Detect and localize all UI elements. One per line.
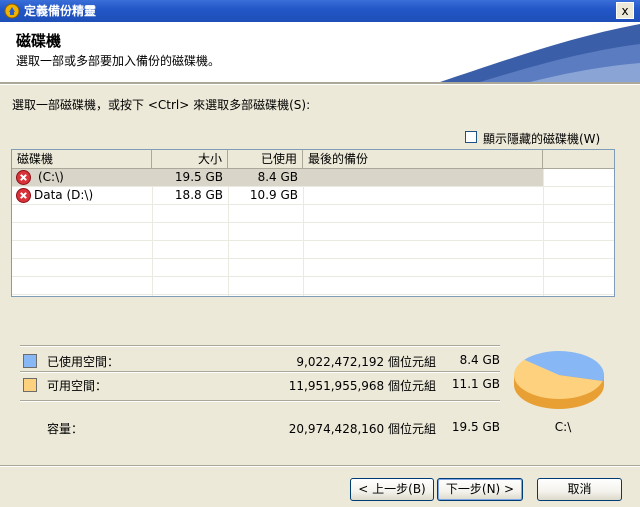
drive-used: 8.4 GB — [257, 170, 298, 184]
header-swoosh-decoration — [440, 24, 640, 82]
checkbox-box[interactable] — [465, 131, 477, 143]
used-space-label: 已使用空間： — [47, 355, 120, 369]
table-header: 磁碟機 大小 已使用 最後的備份 — [12, 150, 614, 169]
backup-wizard-window: 定義備份精靈 x 磁碟機 選取一部或多部要加入備份的磁碟機。 選取一部磁碟機，或… — [0, 0, 640, 507]
column-header-drive[interactable]: 磁碟機 — [12, 150, 152, 168]
used-space-bytes: 9,022,472,192 個位元組 — [296, 355, 436, 369]
column-header-size[interactable]: 大小 — [152, 150, 228, 168]
show-hidden-drives-label[interactable]: 顯示隱藏的磁碟機(W) — [483, 130, 600, 147]
capacity-bytes: 20,974,428,160 個位元組 — [288, 422, 436, 436]
cancel-button[interactable]: 取消 — [537, 478, 622, 501]
button-bar-divider — [0, 465, 640, 467]
disk-usage-pie — [514, 351, 604, 409]
drive-error-icon — [16, 188, 31, 203]
drive-select-prompt: 選取一部磁碟機，或按下 <Ctrl> 來選取多部磁碟機(S): — [12, 98, 311, 112]
drive-last-backup — [303, 169, 543, 186]
column-header-last-backup[interactable]: 最後的備份 — [303, 150, 543, 168]
back-button[interactable]: < 上一步(B) — [350, 478, 434, 501]
drive-name: Data (D:\) — [34, 188, 94, 202]
free-space-size: 11.1 GB — [451, 377, 500, 391]
title-bar[interactable]: 定義備份精靈 x — [0, 0, 640, 22]
pie-drive-caption: C:\ — [554, 420, 572, 434]
close-icon: x — [621, 4, 629, 18]
capacity-label: 容量： — [47, 422, 84, 436]
drive-name: (C:\) — [38, 170, 64, 184]
summary-divider-bottom — [20, 400, 500, 402]
table-row[interactable]: (C:\) 19.5 GB 8.4 GB — [12, 169, 543, 186]
table-row[interactable]: Data (D:\) 18.8 GB 10.9 GB — [12, 187, 543, 204]
drive-error-icon — [16, 170, 31, 185]
drive-used: 10.9 GB — [249, 188, 298, 202]
page-title: 磁碟機 — [16, 32, 62, 50]
page-subtitle: 選取一部或多部要加入備份的磁碟機。 — [16, 54, 221, 68]
capacity-size: 19.5 GB — [451, 420, 500, 434]
drive-last-backup — [303, 187, 543, 204]
window-title: 定義備份精靈 — [24, 4, 97, 18]
free-space-bytes: 11,951,955,968 個位元組 — [288, 379, 436, 393]
drive-size: 18.8 GB — [174, 188, 223, 202]
table-grid: (C:\) 19.5 GB 8.4 GB Data (D:\) 18.8 GB … — [12, 169, 614, 296]
summary-divider-top — [20, 345, 500, 347]
free-space-label: 可用空間： — [47, 379, 108, 393]
column-header-used[interactable]: 已使用 — [228, 150, 303, 168]
drive-list[interactable]: 磁碟機 大小 已使用 最後的備份 (C:\) 19.5 GB 8.4 GB Da… — [11, 149, 615, 297]
wizard-header: 磁碟機 選取一部或多部要加入備份的磁碟機。 — [0, 22, 640, 82]
header-divider — [0, 82, 640, 85]
summary-divider-mid — [20, 371, 500, 373]
used-space-swatch — [23, 354, 37, 368]
next-button[interactable]: 下一步(N) > — [437, 478, 523, 501]
used-space-size: 8.4 GB — [459, 353, 500, 367]
wizard-app-icon — [4, 3, 20, 19]
close-button[interactable]: x — [616, 2, 634, 19]
free-space-swatch — [23, 378, 37, 392]
drive-size: 19.5 GB — [174, 170, 223, 184]
